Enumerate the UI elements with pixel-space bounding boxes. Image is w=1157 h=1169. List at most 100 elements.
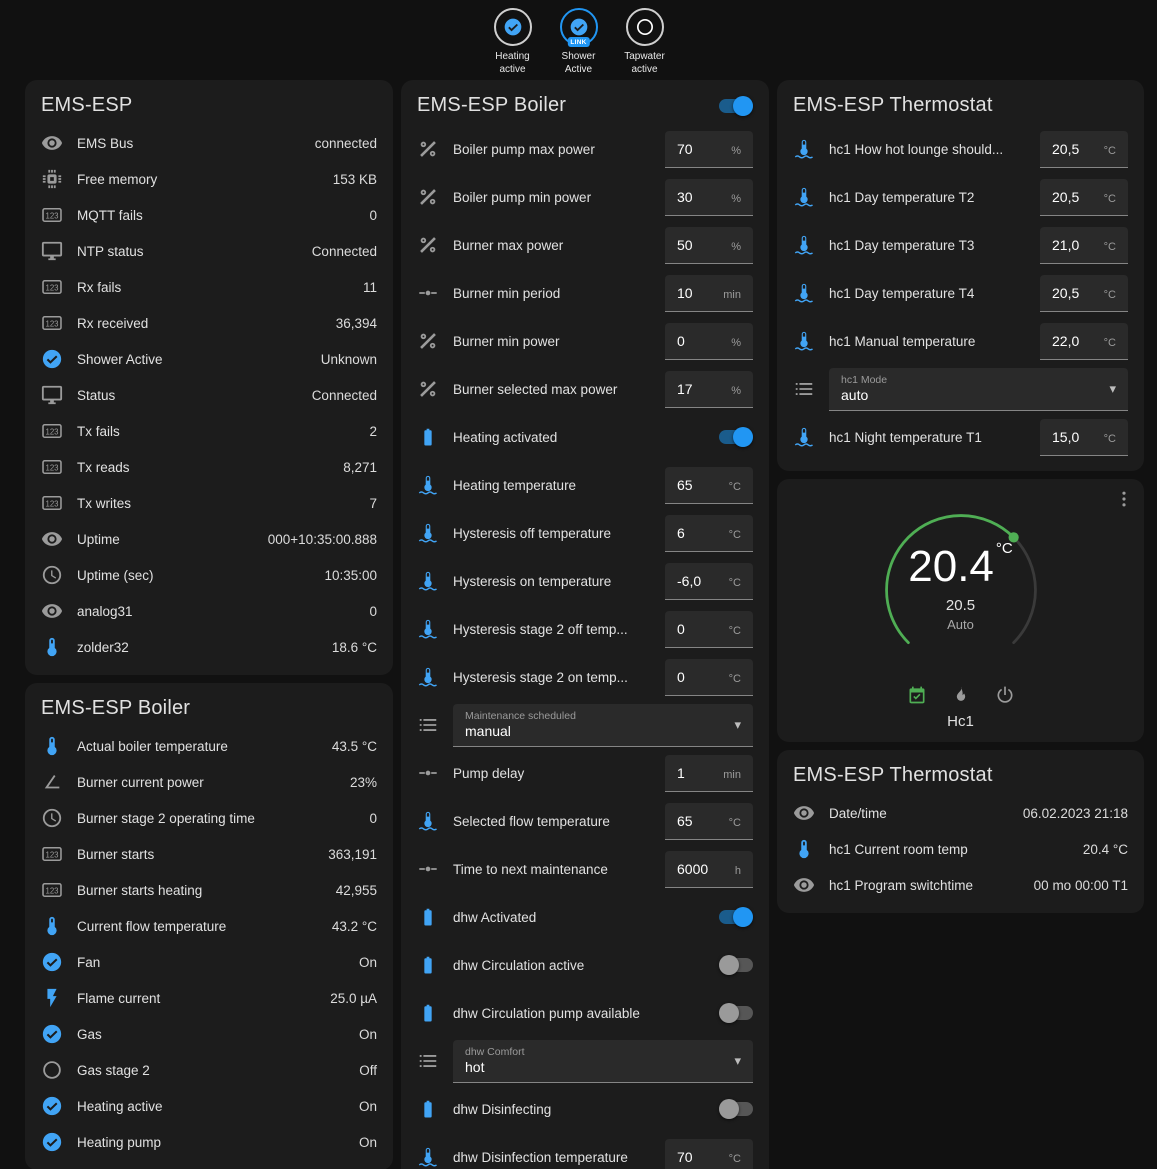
number-input[interactable]: 20,5 °C [1040,179,1128,216]
entity-name: Uptime [77,532,258,547]
entity-row[interactable]: analog31 0 [25,593,393,629]
entity-value: 23% [350,775,377,790]
entity-row[interactable]: Burner current power 23% [25,764,393,800]
card-title: EMS-ESP [41,94,132,117]
select-input[interactable]: Maintenance scheduled manual ▾ [453,704,753,747]
entity-icon [417,810,439,832]
entity-row[interactable]: Actual boiler temperature 43.5 °C [25,728,393,764]
entity-row[interactable]: EMS Bus connected [25,125,393,161]
entity-icon [417,570,439,592]
entity-value: 7 [369,496,377,511]
number-input[interactable]: 1 min [665,755,753,792]
toggle-switch[interactable] [719,910,753,924]
entity-icon [793,138,815,160]
target-temperature: 20.5 [946,597,975,614]
entity-row[interactable]: 123 Burner starts heating 42,955 [25,872,393,908]
entity-row[interactable]: Burner stage 2 operating time 0 [25,800,393,836]
toggle-switch[interactable] [719,1006,753,1020]
heat-mode-icon[interactable] [951,685,971,705]
entity-icon [417,378,439,400]
thermostat-dial[interactable]: 20.4°C 20.5 Auto [866,497,1056,683]
entity-icon [41,636,63,658]
number-input[interactable]: 50 % [665,227,753,264]
entity-row[interactable]: Date/time 06.02.2023 21:18 [777,795,1144,831]
entity-row[interactable]: 123 Tx fails 2 [25,413,393,449]
number-unit: % [731,385,741,397]
entity-name: Current flow temperature [77,919,322,934]
status-chip[interactable]: LINK Shower Active [551,8,607,76]
status-chip[interactable]: Heating active [485,8,541,76]
number-input[interactable]: 6000 h [665,851,753,888]
toggle-switch[interactable] [719,958,753,972]
status-chip[interactable]: Tapwater active [617,8,673,76]
number-input[interactable]: 70 °C [665,1139,753,1169]
entity-name: Actual boiler temperature [77,739,322,754]
select-input[interactable]: dhw Comfort hot ▾ [453,1040,753,1083]
number-input[interactable]: -6,0 °C [665,563,753,600]
entity-row[interactable]: 123 Tx writes 7 [25,485,393,521]
schedule-mode-icon[interactable] [907,685,927,705]
entity-row[interactable]: Heating pump On [25,1124,393,1160]
select-label: hc1 Mode [841,374,1094,386]
entity-name: Heating activated [453,430,719,445]
entity-icon [417,666,439,688]
number-unit: °C [729,817,741,829]
entity-row[interactable]: Shower Active Unknown [25,341,393,377]
entity-row[interactable]: NTP status Connected [25,233,393,269]
number-input[interactable]: 0 °C [665,611,753,648]
entity-row[interactable]: Status Connected [25,377,393,413]
toggle-switch[interactable] [719,1102,753,1116]
entity-row[interactable]: 123 Rx fails 11 [25,269,393,305]
number-input[interactable]: 17 % [665,371,753,408]
entity-icon [41,771,63,793]
entity-name: Shower Active [77,352,311,367]
number-input[interactable]: 0 °C [665,659,753,696]
power-off-icon[interactable] [995,685,1015,705]
entity-row[interactable]: 123 Rx received 36,394 [25,305,393,341]
select-input[interactable]: hc1 Mode auto ▾ [829,368,1128,411]
entity-icon: 123 [41,492,63,514]
entity-row: dhw Disinfecting dhw Disinfecting ▾ [401,1085,769,1133]
entity-row: hc1 Day temperature T4 20,5 °C hc1 Day t… [777,269,1144,317]
number-input[interactable]: 15,0 °C [1040,419,1128,456]
number-input[interactable]: 22,0 °C [1040,323,1128,360]
entity-row[interactable]: Gas stage 2 Off [25,1052,393,1088]
number-input[interactable]: 10 min [665,275,753,312]
entity-row[interactable]: hc1 Current room temp 20.4 °C [777,831,1144,867]
number-unit: °C [729,577,741,589]
entity-row[interactable]: hc1 Program switchtime 00 mo 00:00 T1 [777,867,1144,903]
boiler-enable-toggle[interactable] [719,99,753,113]
entity-row[interactable]: Free memory 153 KB [25,161,393,197]
number-input[interactable]: 20,5 °C [1040,275,1128,312]
entity-name: EMS Bus [77,136,305,151]
entity-row[interactable]: 123 MQTT fails 0 [25,197,393,233]
entity-value: connected [315,136,377,151]
more-options-icon[interactable] [1114,489,1134,509]
entity-row[interactable]: 123 Burner starts 363,191 [25,836,393,872]
entity-row[interactable]: Uptime (sec) 10:35:00 [25,557,393,593]
entity-row[interactable]: Uptime 000+10:35:00.888 [25,521,393,557]
hvac-mode-buttons [793,685,1128,705]
number-input[interactable]: 30 % [665,179,753,216]
entity-row[interactable]: Gas On [25,1016,393,1052]
svg-text:123: 123 [46,886,59,895]
entity-row[interactable]: Current flow temperature 43.2 °C [25,908,393,944]
number-input[interactable]: 65 °C [665,803,753,840]
entity-row[interactable]: 123 Tx reads 8,271 [25,449,393,485]
entity-row: Pump delay 1 min Pump delay 1 ▾ [401,749,769,797]
entity-row[interactable]: Flame current 25.0 µA [25,980,393,1016]
entity-name: Gas [77,1027,349,1042]
entity-row: Boiler pump max power 70 % Boiler pump m… [401,125,769,173]
number-input[interactable]: 6 °C [665,515,753,552]
svg-text:123: 123 [46,211,59,220]
entity-row[interactable]: Heating active On [25,1088,393,1124]
entity-row[interactable]: Fan On [25,944,393,980]
entity-row[interactable]: zolder32 18.6 °C [25,629,393,665]
number-input[interactable]: 70 % [665,131,753,168]
number-input[interactable]: 0 % [665,323,753,360]
number-input[interactable]: 65 °C [665,467,753,504]
number-input[interactable]: 21,0 °C [1040,227,1128,264]
number-input[interactable]: 20,5 °C [1040,131,1128,168]
toggle-switch[interactable] [719,430,753,444]
entity-value: 11 [363,280,377,295]
